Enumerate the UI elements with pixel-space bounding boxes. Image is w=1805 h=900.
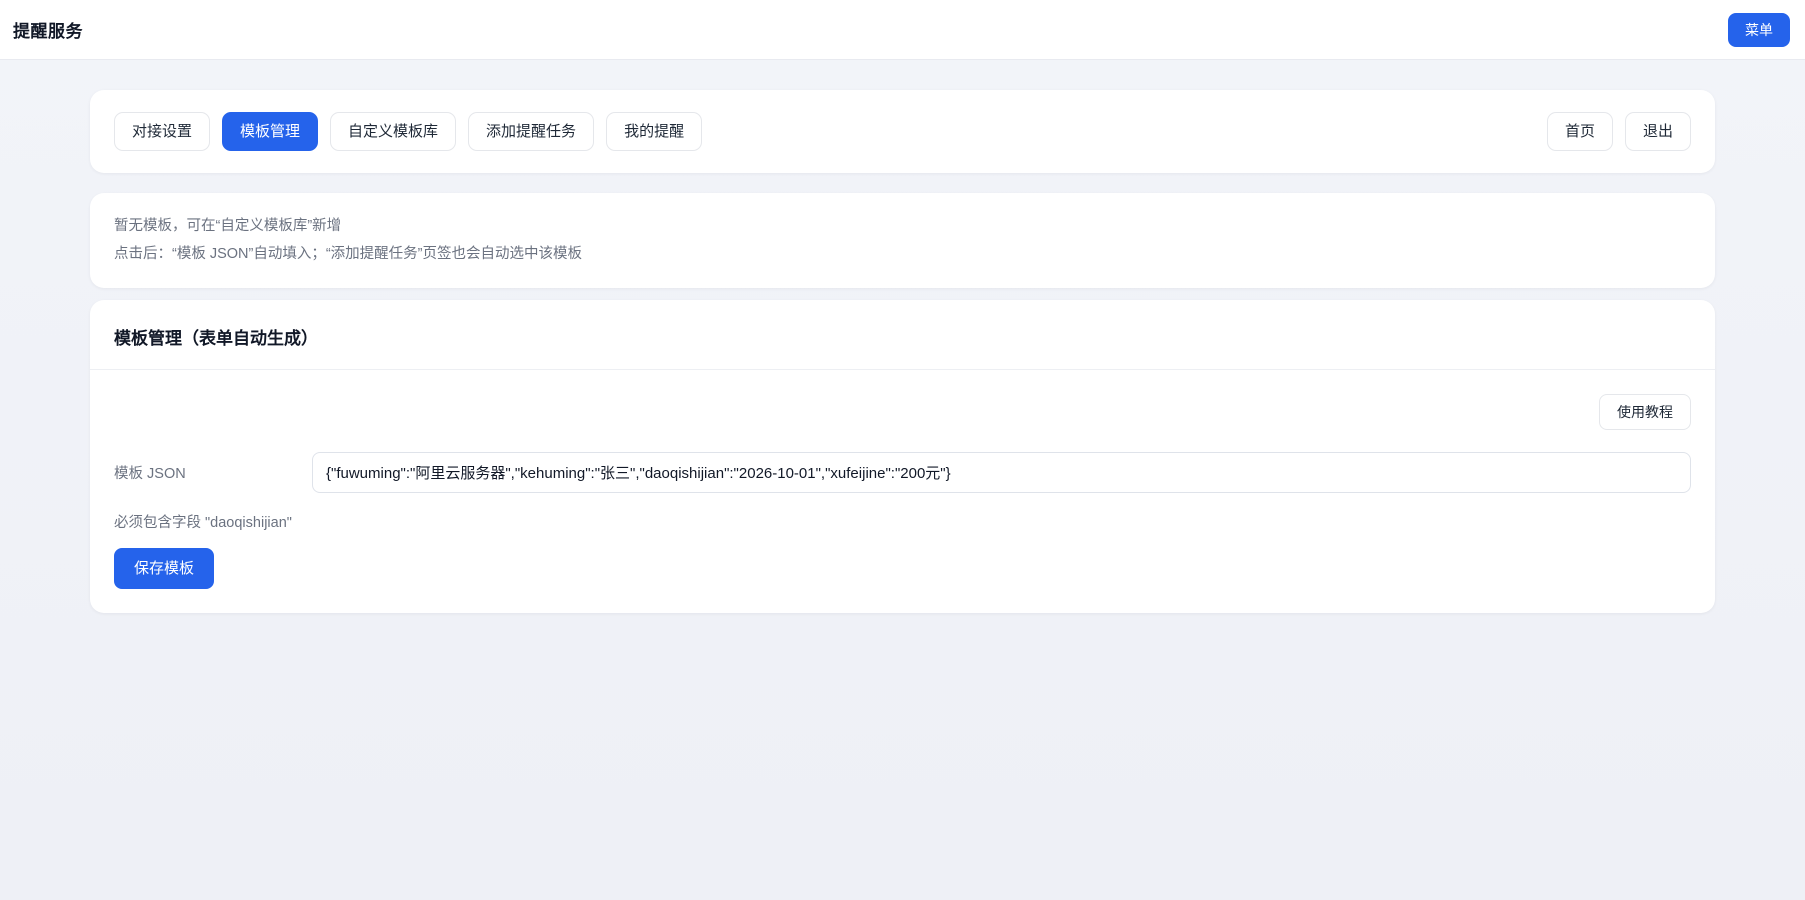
template-json-row: 模板 JSON (114, 452, 1691, 493)
required-field-helper: 必须包含字段 "daoqishijian" (114, 511, 1691, 532)
notice-line-1: 暂无模板，可在“自定义模板库”新增 (114, 213, 1691, 241)
template-json-input[interactable] (312, 452, 1691, 493)
save-row: 保存模板 (114, 548, 1691, 589)
tutorial-button[interactable]: 使用教程 (1599, 394, 1691, 430)
template-json-label: 模板 JSON (114, 462, 312, 483)
notice-card: 暂无模板，可在“自定义模板库”新增 点击后：“模板 JSON”自动填入；“添加提… (90, 193, 1715, 288)
template-section-card: 模板管理（表单自动生成） 使用教程 模板 JSON 必须包含字段 "daoqis… (90, 300, 1715, 613)
exit-button[interactable]: 退出 (1625, 112, 1691, 151)
app-title: 提醒服务 (13, 17, 83, 42)
section-head: 模板管理（表单自动生成） (90, 300, 1715, 370)
tab-custom-template-library[interactable]: 自定义模板库 (330, 112, 456, 151)
notice-line-2: 点击后：“模板 JSON”自动填入；“添加提醒任务”页签也会自动选中该模板 (114, 241, 1691, 269)
tab-template-management[interactable]: 模板管理 (222, 112, 318, 151)
page-container: 对接设置 模板管理 自定义模板库 添加提醒任务 我的提醒 首页 退出 暂无模板，… (0, 60, 1805, 653)
nav-group: 首页 退出 (1547, 112, 1691, 151)
tab-group: 对接设置 模板管理 自定义模板库 添加提醒任务 我的提醒 (114, 112, 702, 151)
tabbar-card: 对接设置 模板管理 自定义模板库 添加提醒任务 我的提醒 首页 退出 (90, 90, 1715, 173)
menu-button[interactable]: 菜单 (1728, 13, 1790, 47)
tab-connection-settings[interactable]: 对接设置 (114, 112, 210, 151)
tab-my-reminders[interactable]: 我的提醒 (606, 112, 702, 151)
section-title: 模板管理（表单自动生成） (114, 324, 1691, 349)
app-header: 提醒服务 菜单 (0, 0, 1805, 60)
tab-add-reminder-task[interactable]: 添加提醒任务 (468, 112, 594, 151)
section-body: 使用教程 模板 JSON 必须包含字段 "daoqishijian" 保存模板 (90, 370, 1715, 613)
tutorial-row: 使用教程 (114, 394, 1691, 430)
save-template-button[interactable]: 保存模板 (114, 548, 214, 589)
home-button[interactable]: 首页 (1547, 112, 1613, 151)
